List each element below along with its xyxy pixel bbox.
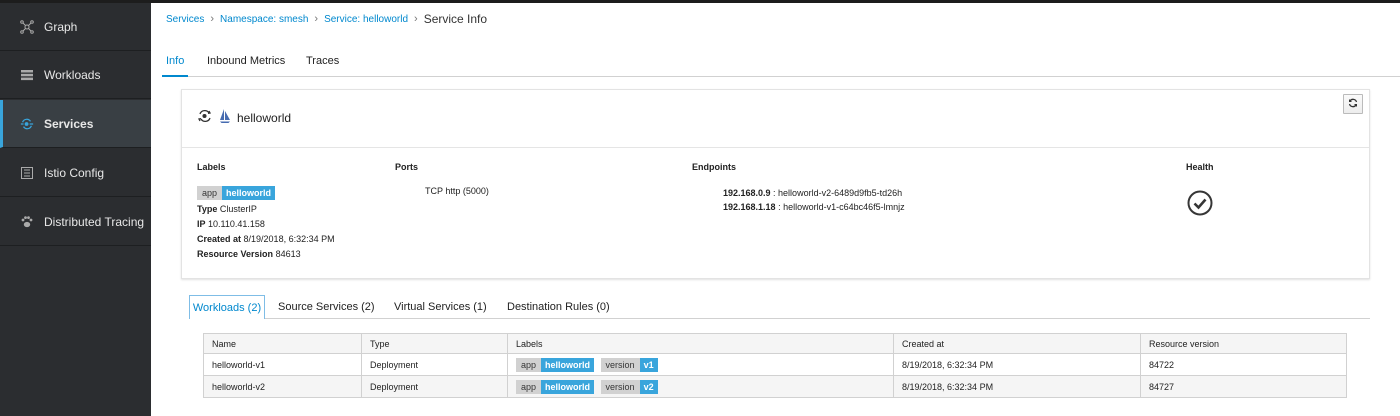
health-check-icon	[1187, 190, 1213, 219]
workload-type: Deployment	[361, 375, 508, 398]
labels-header: Labels	[197, 162, 226, 172]
refresh-icon	[1348, 97, 1358, 111]
sidebar-item-graph[interactable]: Graph	[0, 3, 151, 51]
workload-created-at: 8/19/2018, 6:32:34 PM	[893, 375, 1141, 398]
service-type: Type ClusterIP	[197, 204, 257, 214]
service-name: helloworld	[237, 110, 292, 125]
tab-source-services[interactable]: Source Services (2)	[278, 295, 375, 319]
workload-resource-version: 84722	[1140, 353, 1347, 376]
label-badge: version v1	[600, 357, 658, 372]
label-badge: app helloworld	[197, 186, 276, 200]
workload-created-at: 8/19/2018, 6:32:34 PM	[893, 353, 1141, 376]
sidebar-item-label: Graph	[44, 19, 78, 34]
card-header: helloworld	[182, 90, 1369, 148]
label-badge: app helloworld	[516, 357, 595, 372]
detail-tabs: Workloads (2) Source Services (2) Virtua…	[189, 295, 1370, 319]
workloads-table: Name Type Labels Created at Resource ver…	[203, 333, 1347, 398]
services-icon	[20, 117, 34, 131]
tab-inbound-metrics[interactable]: Inbound Metrics	[207, 55, 285, 67]
column-header-name[interactable]: Name	[203, 333, 362, 354]
page-tabs: Info Inbound Metrics Traces	[161, 49, 1400, 77]
table-row: helloworld-v2 Deployment app helloworld v…	[203, 375, 1347, 398]
tab-virtual-services[interactable]: Virtual Services (1)	[394, 295, 487, 319]
service-title: helloworld	[197, 108, 291, 127]
endpoints-header: Endpoints	[692, 162, 736, 172]
column-header-resource-version[interactable]: Resource version	[1140, 333, 1347, 354]
sidebar-item-label: Distributed Tracing	[44, 214, 145, 229]
sidebar-item-label: Workloads	[44, 67, 101, 82]
graph-icon	[20, 19, 34, 34]
endpoint-item: 192.168.0.9 : helloworld-v2-6489d9fb5-td…	[723, 188, 903, 198]
workload-resource-version: 84727	[1140, 375, 1347, 398]
column-header-type[interactable]: Type	[361, 333, 508, 354]
sidebar: Graph Workloads Services Istio Config Di…	[0, 3, 151, 416]
tab-info[interactable]: Info	[161, 55, 189, 77]
service-ip: IP 10.110.41.158	[197, 219, 265, 229]
label-badge: app helloworld	[516, 379, 595, 394]
breadcrumb-service-link[interactable]: Service: helloworld	[324, 14, 408, 25]
health-header: Health	[1186, 162, 1214, 172]
breadcrumb-services-link[interactable]: Services	[166, 14, 204, 25]
paw-icon	[20, 215, 34, 229]
tab-traces[interactable]: Traces	[306, 55, 339, 67]
endpoint-item: 192.168.1.18 : helloworld-v1-c64bc46f5-l…	[723, 202, 905, 212]
workload-name-link[interactable]: helloworld-v2	[203, 375, 362, 398]
sidebar-item-label: Istio Config	[44, 165, 105, 180]
breadcrumb-separator: ›	[210, 13, 215, 25]
breadcrumb-separator: ›	[414, 13, 418, 25]
label-badge: version v2	[600, 379, 658, 394]
workload-labels: app helloworld version v1	[507, 353, 894, 376]
service-icon	[197, 109, 213, 126]
sidebar-item-istio-config[interactable]: Istio Config	[0, 149, 151, 197]
table-header-row: Name Type Labels Created at Resource ver…	[203, 333, 1347, 354]
breadcrumb-namespace-link[interactable]: Namespace: smesh	[220, 14, 308, 25]
service-resource-version: Resource Version 84613	[197, 249, 301, 259]
istio-config-icon	[20, 166, 34, 180]
tab-destination-rules[interactable]: Destination Rules (0)	[507, 295, 610, 319]
table-row: helloworld-v1 Deployment app helloworld v…	[203, 353, 1347, 376]
page-title: Service Info	[423, 12, 488, 26]
refresh-button[interactable]	[1343, 94, 1363, 114]
workloads-icon	[20, 68, 34, 82]
column-header-created-at[interactable]: Created at	[893, 333, 1141, 354]
breadcrumb: Services › Namespace: smesh › Service: h…	[166, 12, 487, 26]
port-value: TCP http (5000)	[425, 186, 489, 196]
label-key: app	[197, 186, 223, 200]
service-properties: app helloworld Type ClusterIP IP 10.110.…	[197, 186, 335, 262]
label-value: helloworld	[222, 186, 276, 200]
workload-type: Deployment	[361, 353, 508, 376]
workload-name-link[interactable]: helloworld-v1	[203, 353, 362, 376]
service-created-at: Created at 8/19/2018, 6:32:34 PM	[197, 234, 335, 244]
istio-sail-icon	[219, 108, 231, 127]
workload-labels: app helloworld version v2	[507, 375, 894, 398]
breadcrumb-separator: ›	[314, 13, 319, 25]
main-content: Services › Namespace: smesh › Service: h…	[151, 3, 1400, 416]
service-info-card: helloworld Labels Ports Endpoints Health…	[181, 89, 1370, 279]
sidebar-item-services[interactable]: Services	[0, 100, 151, 148]
sidebar-item-workloads[interactable]: Workloads	[0, 51, 151, 99]
ports-header: Ports	[395, 162, 419, 172]
column-header-labels[interactable]: Labels	[507, 333, 894, 354]
sidebar-item-label: Services	[44, 116, 94, 131]
tab-workloads[interactable]: Workloads (2)	[189, 295, 265, 319]
sidebar-item-distributed-tracing[interactable]: Distributed Tracing	[0, 198, 151, 246]
endpoints-list: 192.168.0.9 : helloworld-v2-6489d9fb5-td…	[723, 186, 905, 214]
